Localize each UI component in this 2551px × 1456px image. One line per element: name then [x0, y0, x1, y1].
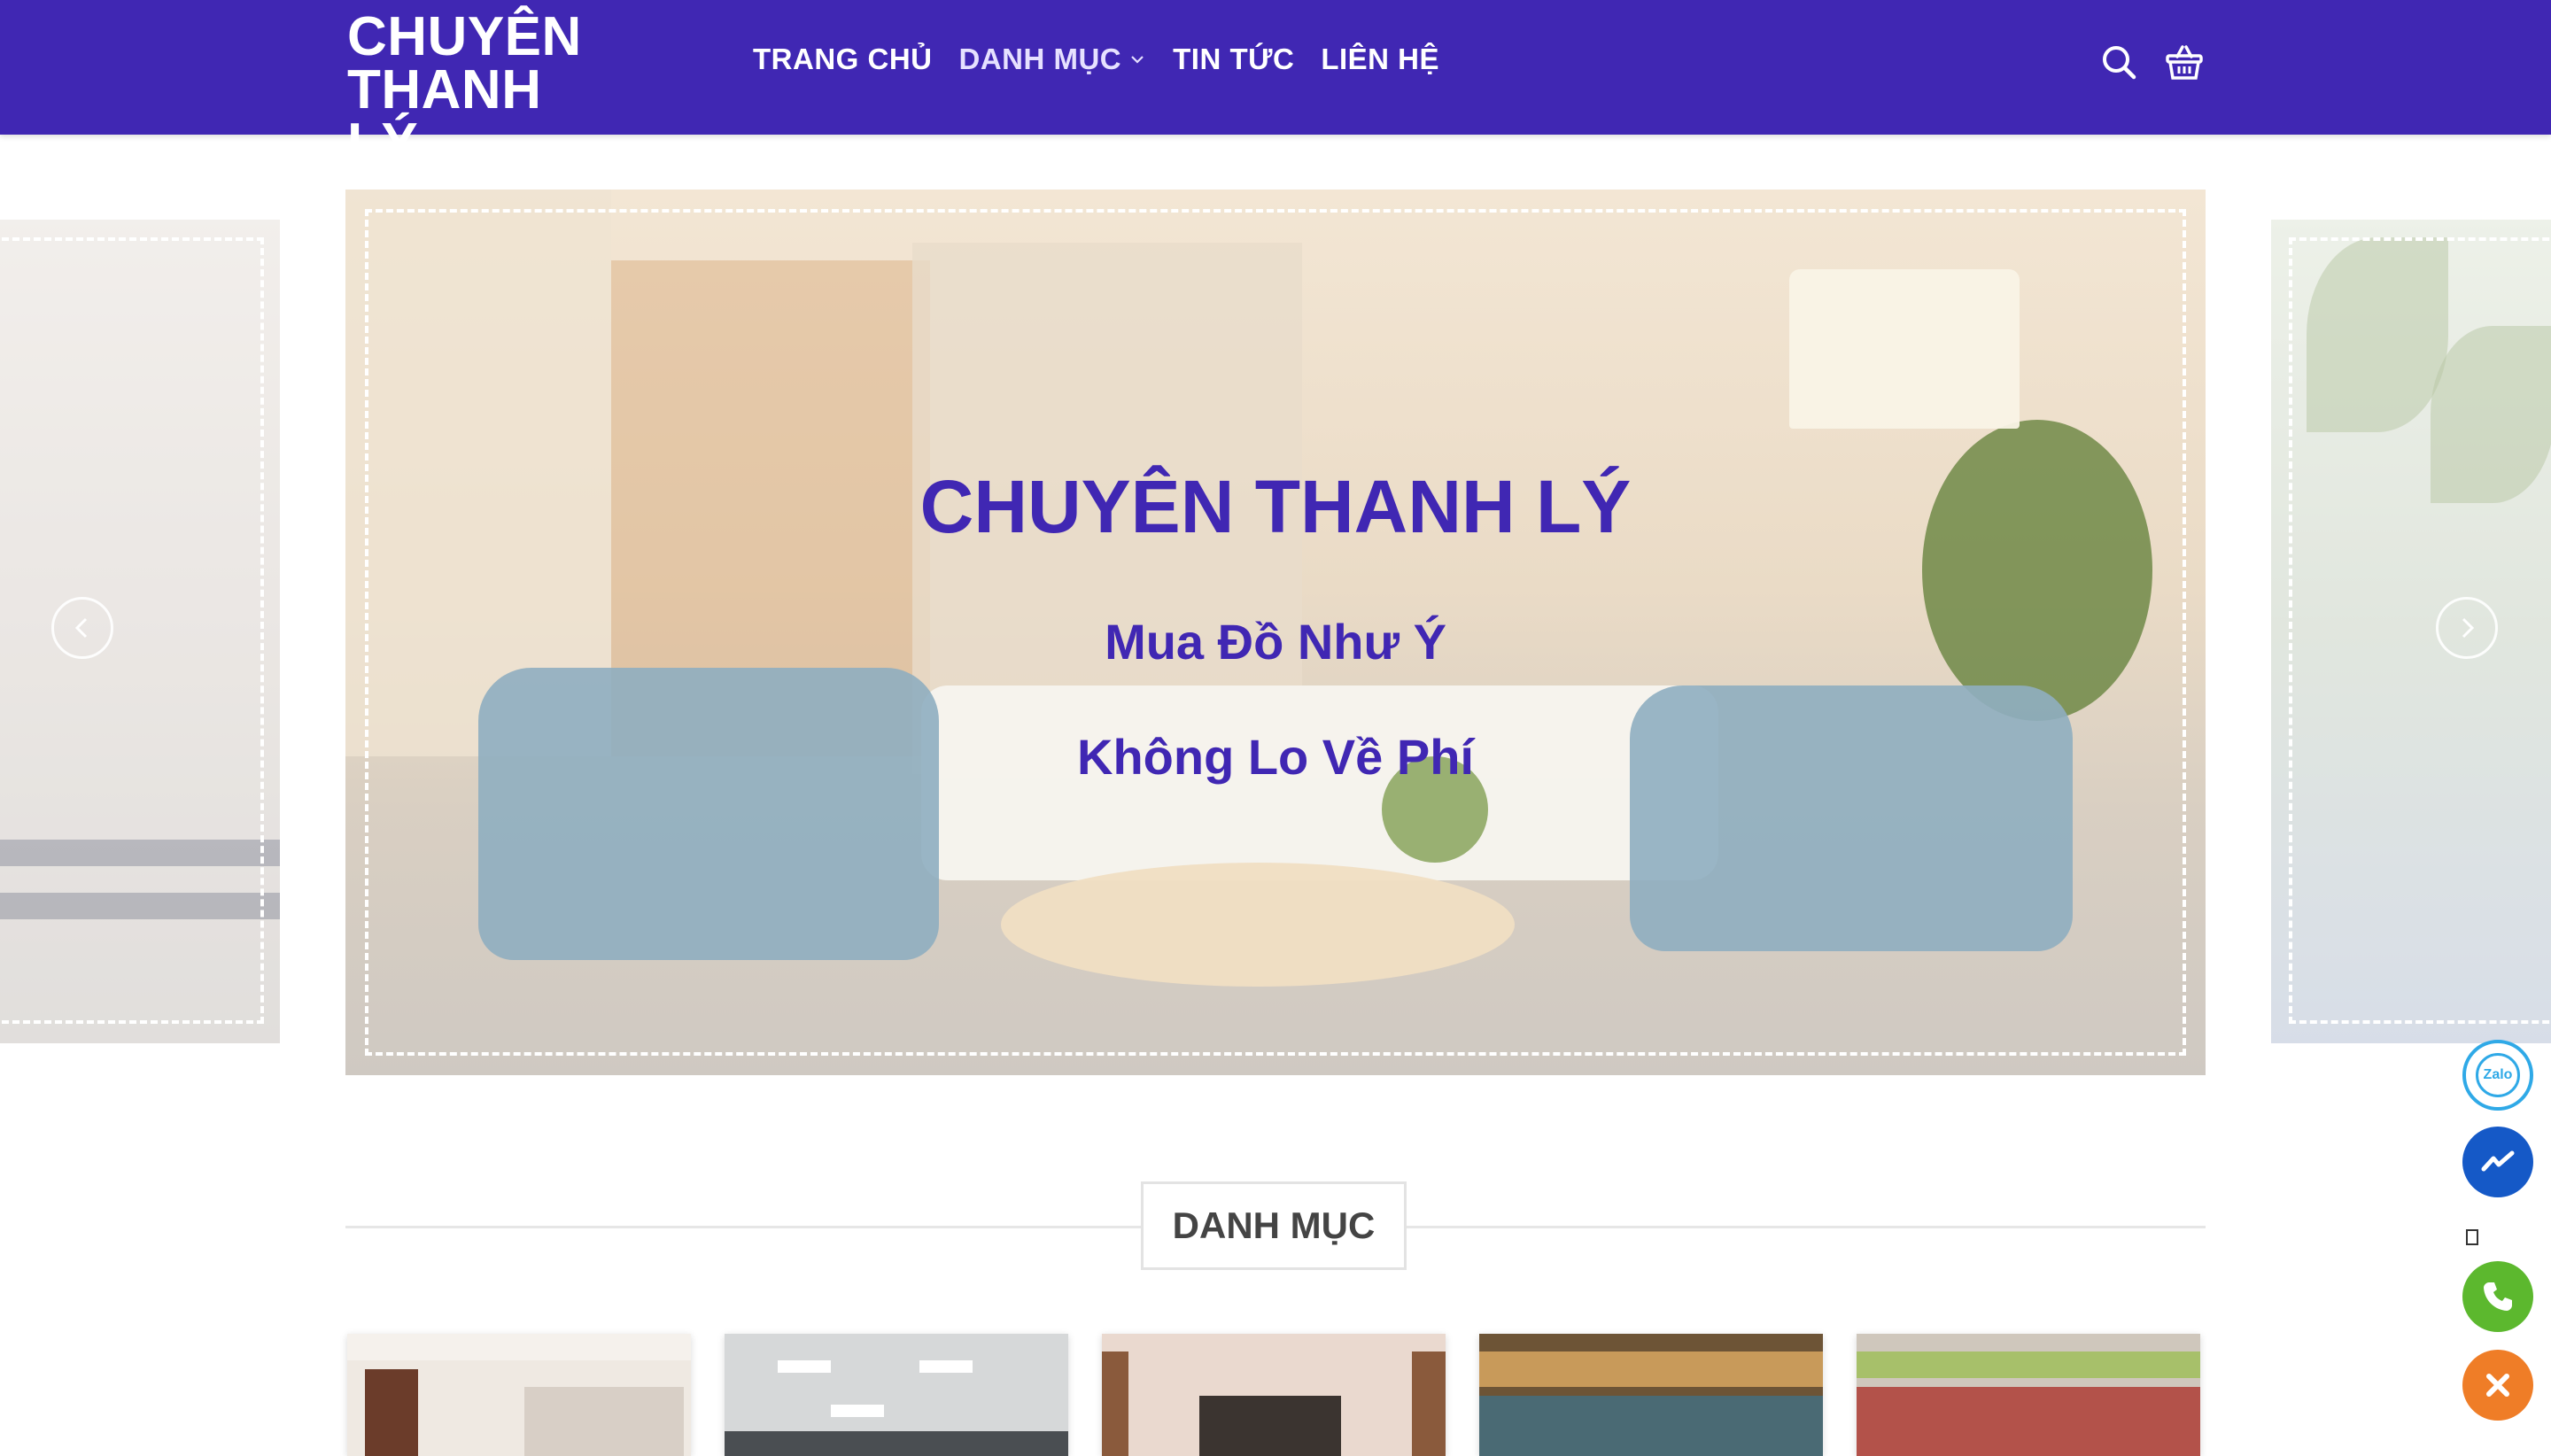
card-image: [1857, 1351, 2200, 1378]
nav-item-news[interactable]: TIN TỨC: [1173, 43, 1294, 76]
chevron-down-icon: [1131, 56, 1144, 64]
card-image: [831, 1405, 884, 1417]
site-header: CHUYÊN THANH LÝ TRANG CHỦ DANH MỤC TIN T…: [0, 0, 2551, 171]
slide-preview-previous[interactable]: [0, 220, 280, 1043]
slide-active: CHUYÊN THANH LÝ Mua Đồ Như Ý Không Lo Về…: [345, 190, 2206, 1075]
messenger-icon: [2481, 1150, 2515, 1172]
card-image: [1412, 1351, 1446, 1456]
section-title: DANH MỤC: [1141, 1181, 1407, 1270]
card-image: [1479, 1396, 1823, 1456]
close-contacts-button[interactable]: [2462, 1350, 2533, 1421]
nav-item-label: LIÊN HỆ: [1321, 43, 1440, 75]
chevron-left-icon: [74, 617, 88, 639]
category-card[interactable]: [1479, 1334, 1823, 1456]
card-image: [919, 1360, 973, 1373]
zalo-button[interactable]: Zalo: [2462, 1040, 2533, 1111]
search-icon[interactable]: [2099, 43, 2138, 81]
call-button[interactable]: [2462, 1261, 2533, 1332]
nav-item-home[interactable]: TRANG CHỦ: [753, 43, 932, 76]
phone-icon: [2484, 1282, 2512, 1311]
slide-preview-next[interactable]: [2271, 220, 2551, 1043]
logo-line-2: THANH LÝ: [347, 59, 542, 174]
category-card[interactable]: [1857, 1334, 2200, 1456]
basket-icon[interactable]: [2165, 43, 2204, 81]
card-image: [1479, 1351, 1823, 1387]
logo-line-1: CHUYÊN: [347, 6, 582, 67]
card-image: [1102, 1351, 1128, 1456]
category-card[interactable]: [347, 1334, 691, 1456]
card-image: [524, 1387, 684, 1456]
slide-frame: [0, 237, 264, 1024]
slide-frame: [2289, 237, 2551, 1024]
category-card[interactable]: [1102, 1334, 1446, 1456]
slider-prev-button[interactable]: [51, 597, 113, 659]
hero-slider: CHUYÊN THANH LÝ Mua Đồ Như Ý Không Lo Về…: [0, 190, 2551, 1075]
slide-title: CHUYÊN THANH LÝ: [919, 465, 1632, 548]
nav-item-label: DANH MỤC: [958, 43, 1122, 75]
category-card[interactable]: [725, 1334, 1068, 1456]
zalo-icon: Zalo: [2476, 1053, 2520, 1097]
card-image: [778, 1360, 831, 1373]
chevron-right-icon: [2462, 617, 2475, 639]
site-logo[interactable]: CHUYÊN THANH LÝ: [347, 6, 613, 174]
card-image: [1857, 1387, 2200, 1456]
main-nav: TRANG CHỦ DANH MỤC TIN TỨC LIÊN HỆ: [753, 43, 1439, 76]
messenger-button[interactable]: [2462, 1127, 2533, 1197]
category-grid: [347, 1334, 2200, 1456]
hidden-widget-placeholder: [2466, 1229, 2478, 1245]
nav-item-contact[interactable]: LIÊN HỆ: [1321, 43, 1439, 76]
card-image: [725, 1431, 1068, 1456]
card-image: [365, 1369, 418, 1456]
card-image: [1199, 1396, 1341, 1456]
header-actions: [2099, 43, 2204, 81]
nav-item-label: TIN TỨC: [1173, 43, 1295, 75]
close-icon: [2486, 1374, 2509, 1397]
nav-item-label: TRANG CHỦ: [753, 43, 933, 75]
slider-next-button[interactable]: [2436, 597, 2498, 659]
card-image: [347, 1334, 691, 1360]
slide-subtitle-1: Mua Đồ Như Ý: [1105, 614, 1446, 670]
nav-item-categories[interactable]: DANH MỤC: [958, 43, 1146, 76]
slide-subtitle-2: Không Lo Về Phí: [1077, 729, 1474, 785]
